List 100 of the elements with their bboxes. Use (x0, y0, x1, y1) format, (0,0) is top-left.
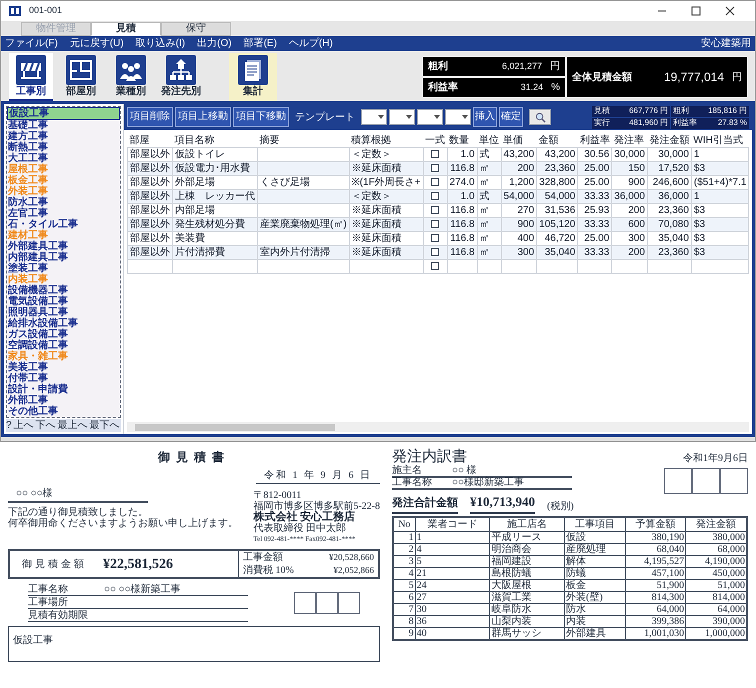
column-header: 摘要 (258, 134, 350, 148)
move-button[interactable]: ? (6, 420, 12, 431)
category-item[interactable]: その他工事 (7, 406, 120, 417)
menu-item[interactable]: 元に戻す(U) (70, 38, 124, 50)
total-label: 実行 (594, 118, 610, 128)
field-label: 施主名 (392, 466, 423, 476)
total-unit: % (740, 118, 747, 128)
template-dropdown[interactable] (361, 109, 387, 125)
move-button[interactable]: 下へ (36, 420, 56, 431)
move-button[interactable]: 最下へ (90, 420, 120, 431)
category-item[interactable]: 外部建具工事 (7, 241, 120, 252)
app-icon (9, 6, 21, 16)
checkbox[interactable] (431, 150, 440, 158)
column-header: 数量 (447, 134, 478, 148)
view-button[interactable]: 部屋別 (59, 53, 103, 101)
table-cell: 防水 (564, 603, 626, 615)
view-button[interactable]: 工事別 (9, 53, 53, 101)
table-cell: 51,900 (625, 579, 686, 591)
item-button[interactable]: 項目削除 (127, 107, 173, 127)
category-item[interactable]: 外部工事 (7, 395, 120, 406)
view-button[interactable]: 発注先別 (159, 53, 203, 101)
item-button[interactable]: 項目下移動 (233, 107, 289, 127)
table-cell: 内装 (564, 615, 626, 627)
category-item[interactable]: ガス設備工事 (7, 329, 120, 340)
category-item[interactable]: 設計・申請費 (7, 384, 120, 395)
horizontal-scrollbar[interactable] (127, 422, 749, 432)
breakdown-value: ¥20,528,660 (329, 552, 374, 563)
view-button[interactable]: 業種別 (109, 53, 153, 101)
category-item[interactable]: 左官工事 (7, 208, 120, 219)
field-value: ○○ ○○様新築工事 (104, 584, 181, 595)
scrollbar-thumb[interactable] (135, 424, 335, 430)
stamp-box (316, 592, 338, 614)
category-item[interactable]: 給排水設備工事 (7, 318, 120, 329)
table-cell: 30 (415, 603, 490, 615)
table-cell: 4 (415, 543, 490, 555)
template-button[interactable]: 挿入 (473, 107, 497, 127)
table-cell: 380,000 (686, 531, 747, 543)
table-cell: 40 (415, 627, 490, 640)
checkbox[interactable] (431, 192, 440, 200)
category-item[interactable]: 基礎工事 (7, 120, 120, 131)
total-value: 6,021,277 (500, 60, 542, 73)
move-button[interactable]: 上へ (14, 420, 34, 431)
checkbox[interactable] (431, 248, 440, 256)
category-item[interactable]: 電気設備工事 (7, 296, 120, 307)
category-item[interactable]: 美装工事 (7, 362, 120, 373)
menu-label: 安心建築用 (701, 38, 751, 50)
category-item[interactable]: 建方工事 (7, 131, 120, 142)
category-item[interactable]: 仮設工事 (7, 107, 120, 120)
column-header: 単位 (477, 134, 502, 148)
table-cell: 平成リース (490, 531, 564, 543)
move-button[interactable]: 最上へ (58, 420, 88, 431)
table-cell: 福岡建設 (490, 555, 564, 567)
template-dropdown[interactable] (389, 109, 415, 125)
caret-icon (406, 115, 412, 119)
category-item[interactable]: 設備機器工事 (7, 285, 120, 296)
category-item[interactable]: 塗装工事 (7, 263, 120, 274)
item-button[interactable]: 項目上移動 (175, 107, 231, 127)
maximize-icon[interactable] (691, 6, 701, 16)
category-item[interactable]: 石・タイル工事 (7, 219, 120, 230)
menu-item[interactable]: 部署(E) (244, 38, 277, 50)
column-header: 発注率 (612, 134, 648, 148)
total-value: 481,960 (628, 118, 658, 128)
category-item[interactable]: 照明器具工事 (7, 307, 120, 318)
tax-note: (税別) (547, 500, 574, 514)
checkbox[interactable] (431, 206, 440, 214)
template-button[interactable]: 確定 (499, 107, 523, 127)
table-cell: 6 (393, 591, 416, 603)
tab[interactable]: 保守 (161, 22, 231, 36)
table-cell: 板金 (564, 579, 626, 591)
barrier-icon (16, 55, 46, 85)
category-item[interactable]: 防水工事 (7, 197, 120, 208)
table-cell: 岐阜防水 (490, 603, 564, 615)
checkbox[interactable] (431, 234, 440, 242)
close-icon[interactable] (725, 6, 735, 16)
checkbox[interactable] (431, 178, 440, 186)
menu-item[interactable]: 取り込み(I) (136, 38, 186, 50)
checkbox[interactable] (431, 262, 440, 270)
field-value: ○○ 様 (452, 466, 477, 476)
amount-label: 御見積金額 (22, 558, 87, 572)
category-item[interactable]: 付帯工事 (7, 373, 120, 384)
menu-item[interactable]: ヘルプ(H) (288, 38, 333, 50)
menu-item[interactable]: 出力(O) (197, 38, 232, 50)
template-dropdown[interactable] (417, 109, 443, 125)
category-item[interactable]: 断熱工事 (7, 142, 120, 153)
category-item[interactable]: 空調設備工事 (7, 340, 120, 351)
caret-icon (378, 115, 384, 119)
stamp-box (338, 592, 360, 614)
column-header: 発注金額 (647, 134, 692, 148)
view-button[interactable]: 集計 (229, 53, 277, 101)
notes-title: 仮設工事 (13, 635, 53, 647)
checkbox[interactable] (431, 164, 440, 172)
tab[interactable]: 見積 (91, 22, 161, 36)
search-button[interactable] (529, 109, 551, 125)
category-item[interactable]: 大工工事 (7, 153, 120, 164)
category-item[interactable]: 内部建具工事 (7, 252, 120, 263)
menu-item[interactable]: ファイル(F) (5, 38, 58, 50)
total-unit: 円 (660, 118, 668, 128)
template-dropdown[interactable] (445, 109, 471, 125)
checkbox[interactable] (431, 220, 440, 228)
people-icon (116, 55, 146, 85)
